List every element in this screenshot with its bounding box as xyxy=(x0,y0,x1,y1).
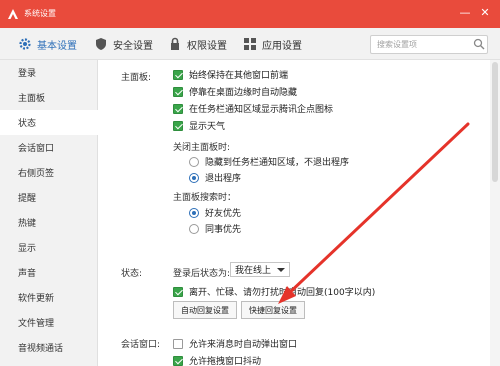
annotation-arrow xyxy=(278,122,470,304)
